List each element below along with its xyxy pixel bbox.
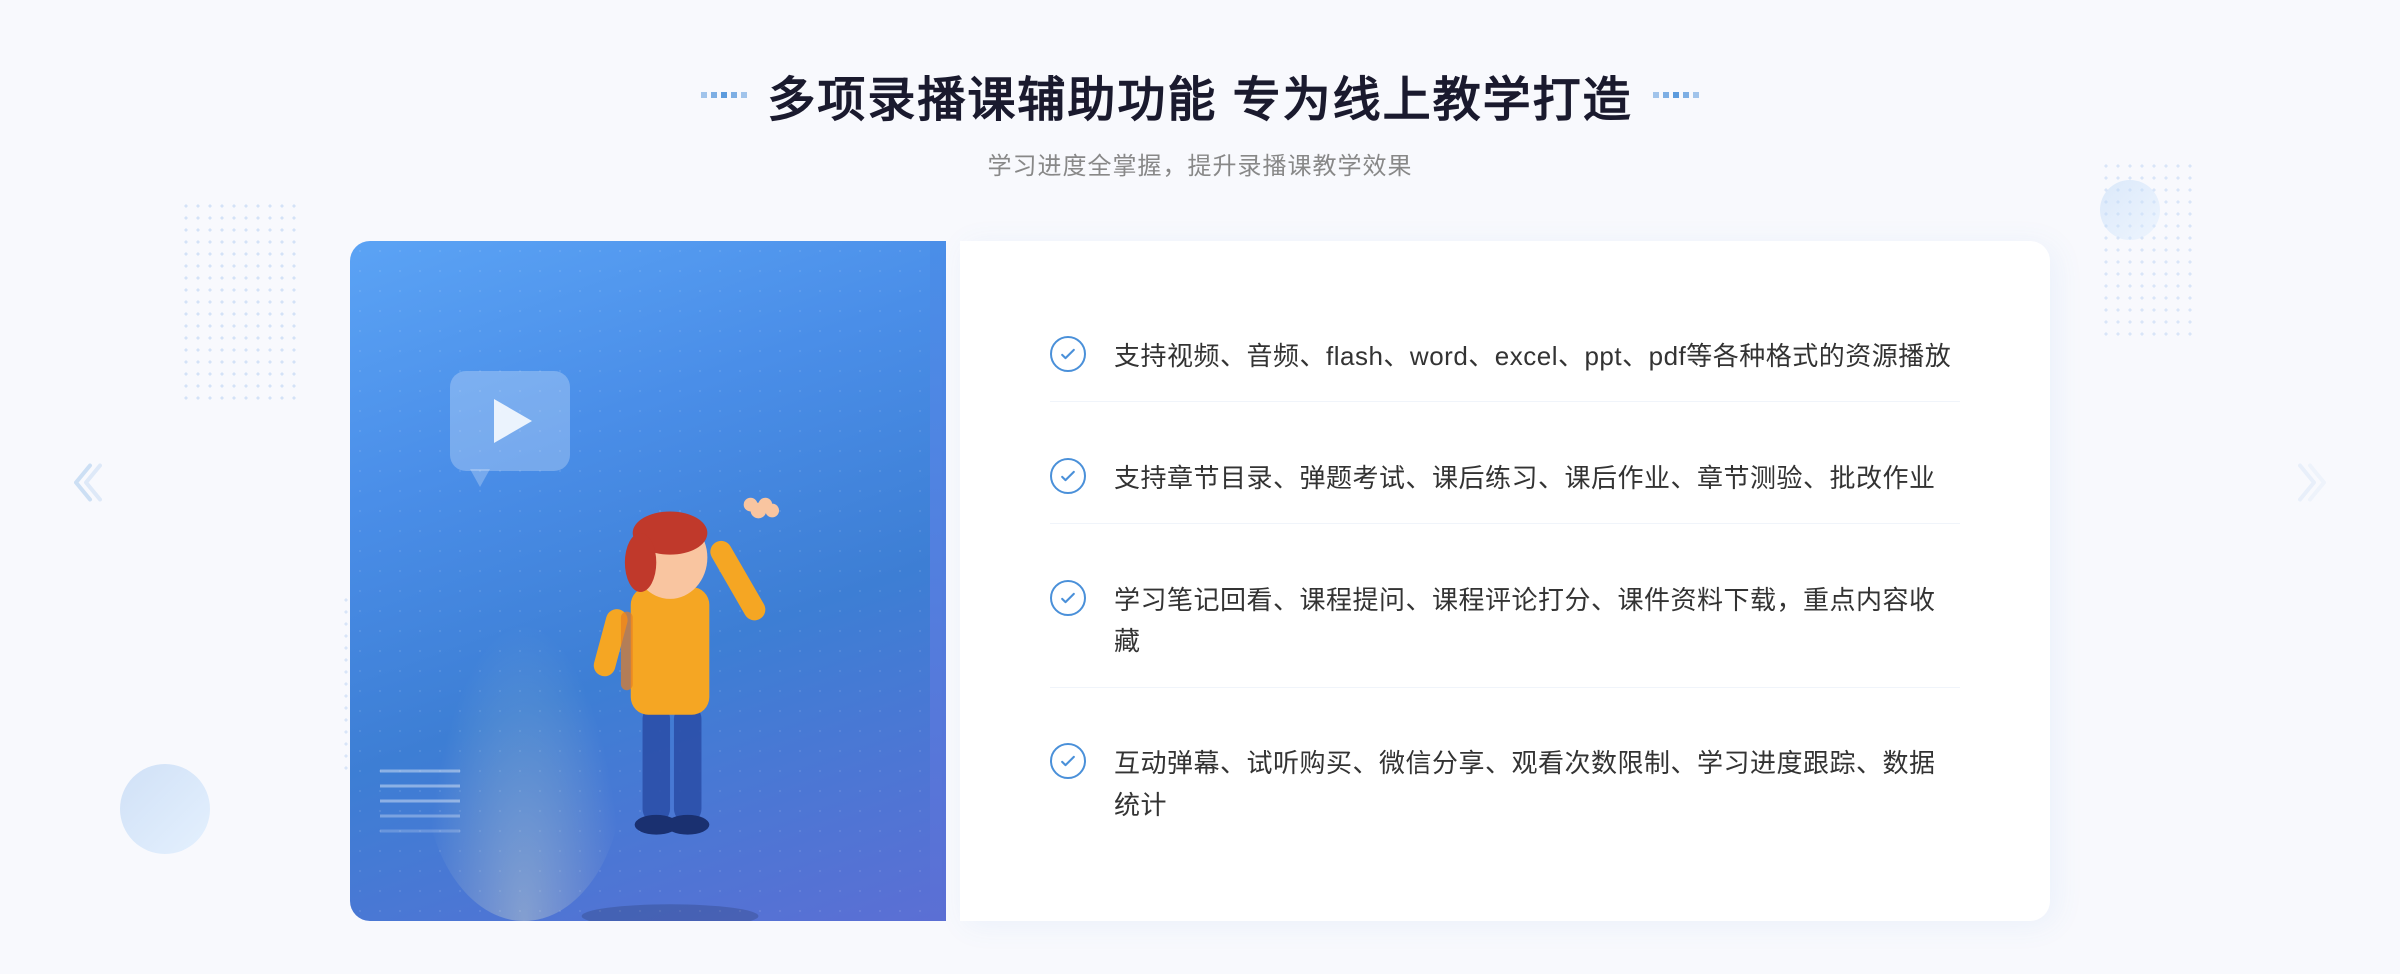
check-icon-4 bbox=[1050, 743, 1086, 779]
check-icon-2 bbox=[1050, 458, 1086, 494]
feature-item-1: 支持视频、音频、flash、word、excel、ppt、pdf等各种格式的资源… bbox=[1050, 312, 1960, 403]
page-container: 多项录播课辅助功能 专为线上教学打造 学习进度全掌握，提升录播课教学效果 bbox=[0, 0, 2400, 974]
bg-dots-left bbox=[180, 200, 300, 400]
features-panel: 支持视频、音频、flash、word、excel、ppt、pdf等各种格式的资源… bbox=[960, 241, 2050, 921]
circle-decoration-right bbox=[2100, 180, 2160, 240]
illustration-card bbox=[350, 241, 930, 921]
check-icon-3 bbox=[1050, 580, 1086, 616]
stripe-decoration bbox=[380, 761, 460, 861]
feature-item-4: 互动弹幕、试听购买、微信分享、观看次数限制、学习进度跟踪、数据统计 bbox=[1050, 719, 1960, 850]
figure-container bbox=[512, 371, 832, 921]
feature-text-2: 支持章节目录、弹题考试、课后练习、课后作业、章节测验、批改作业 bbox=[1114, 458, 1936, 500]
blue-sidebar bbox=[930, 241, 946, 921]
feature-item-2: 支持章节目录、弹题考试、课后练习、课后作业、章节测验、批改作业 bbox=[1050, 434, 1960, 525]
feature-text-3: 学习笔记回看、课程提问、课程评论打分、课件资料下载，重点内容收藏 bbox=[1114, 580, 1960, 663]
title-decorator-right bbox=[1653, 92, 1699, 98]
left-arrow-icon[interactable] bbox=[68, 458, 108, 517]
title-row: 多项录播课辅助功能 专为线上教学打造 bbox=[701, 60, 1698, 130]
content-area: 支持视频、音频、flash、word、excel、ppt、pdf等各种格式的资源… bbox=[350, 241, 2050, 921]
feature-item-3: 学习笔记回看、课程提问、课程评论打分、课件资料下载，重点内容收藏 bbox=[1050, 556, 1960, 688]
circle-decoration-left bbox=[120, 764, 210, 854]
main-title: 多项录播课辅助功能 专为线上教学打造 bbox=[767, 60, 1632, 130]
feature-text-1: 支持视频、音频、flash、word、excel、ppt、pdf等各种格式的资源… bbox=[1114, 336, 1951, 378]
header-section: 多项录播课辅助功能 专为线上教学打造 学习进度全掌握，提升录播课教学效果 bbox=[701, 60, 1698, 181]
right-arrow-icon[interactable] bbox=[2292, 458, 2332, 517]
title-decorator-left bbox=[701, 92, 747, 98]
subtitle: 学习进度全掌握，提升录播课教学效果 bbox=[701, 146, 1698, 181]
feature-text-4: 互动弹幕、试听购买、微信分享、观看次数限制、学习进度跟踪、数据统计 bbox=[1114, 743, 1960, 826]
check-icon-1 bbox=[1050, 336, 1086, 372]
